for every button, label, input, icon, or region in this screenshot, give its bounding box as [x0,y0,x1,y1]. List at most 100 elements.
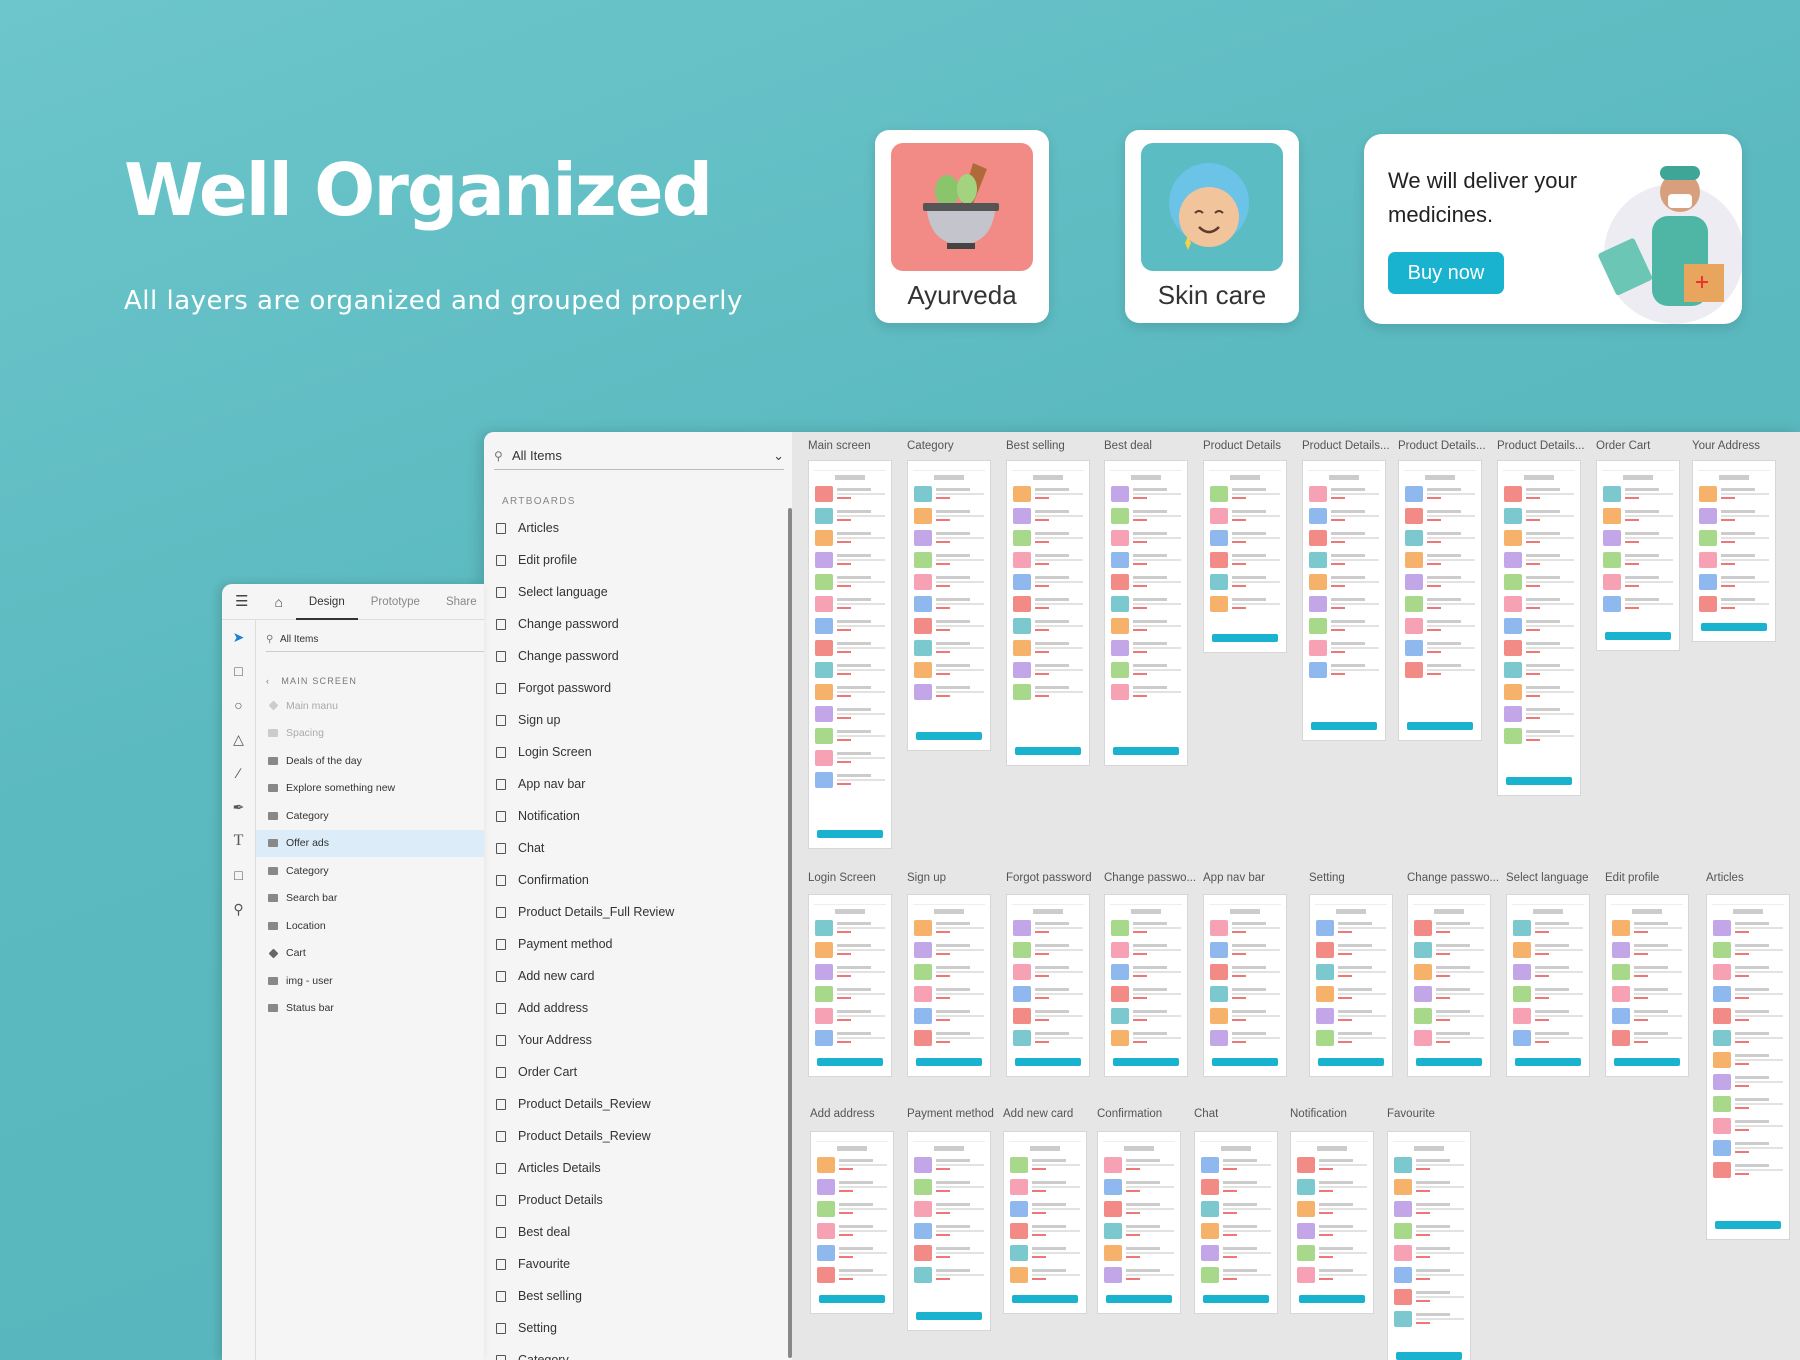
layer-item[interactable]: Explore something new [256,775,484,803]
artboard-item[interactable]: Chat [494,832,774,864]
artboard-item[interactable]: Payment method [494,928,774,960]
artboard-title[interactable]: Confirmation [1097,1108,1193,1120]
pen-tool-icon[interactable]: ✒ [222,790,255,824]
artboard-title[interactable]: Notification [1290,1108,1386,1120]
layers-search[interactable]: ⚲ All Items [266,628,484,652]
text-tool-icon[interactable]: T [222,824,255,858]
select-tool-icon[interactable]: ➤ [222,620,255,654]
layer-item[interactable]: Category [256,857,484,885]
artboard-title[interactable]: Favourite [1387,1108,1483,1120]
artboard-item[interactable]: Your Address [494,1024,774,1056]
artboard-thumbnail[interactable] [808,460,892,849]
artboard-item[interactable]: Add address [494,992,774,1024]
zoom-tool-icon[interactable]: ⚲ [222,892,255,926]
artboard-thumbnail[interactable] [1506,894,1590,1077]
artboard-item[interactable]: Best selling [494,1280,774,1312]
artboard-thumbnail[interactable] [1302,460,1386,741]
artboard-title[interactable]: Change passwo... [1104,872,1200,884]
artboard-thumbnail[interactable] [1203,460,1287,653]
artboard-item[interactable]: App nav bar [494,768,774,800]
layer-item[interactable]: Search bar [256,885,484,913]
artboard-thumbnail[interactable] [907,894,991,1077]
artboard-title[interactable]: Best selling [1006,440,1102,452]
back-chevron-icon[interactable]: ‹ [266,676,270,686]
artboard-title[interactable]: Chat [1194,1108,1290,1120]
scrollbar[interactable] [788,508,792,1358]
artboard-title[interactable]: Product Details... [1398,440,1494,452]
artboard-thumbnail[interactable] [1194,1131,1278,1314]
artboard-item[interactable]: Edit profile [494,544,774,576]
layer-item[interactable]: Cart [256,940,484,968]
tab-prototype[interactable]: Prototype [358,584,433,620]
polygon-tool-icon[interactable]: △ [222,722,255,756]
ellipse-tool-icon[interactable]: ○ [222,688,255,722]
artboard-title[interactable]: Product Details... [1497,440,1593,452]
artboard-item[interactable]: Articles Details [494,1152,774,1184]
artboard-title[interactable]: Product Details [1203,440,1299,452]
tab-share[interactable]: Share [433,584,484,620]
artboard-title[interactable]: Edit profile [1605,872,1701,884]
artboard-item[interactable]: Product Details_Review [494,1120,774,1152]
artboard-item[interactable]: Change password [494,608,774,640]
artboard-title[interactable]: App nav bar [1203,872,1299,884]
artboard-thumbnail[interactable] [1006,460,1090,766]
artboard-title[interactable]: Product Details... [1302,440,1398,452]
artboard-item[interactable]: Product Details_Full Review [494,896,774,928]
artboard-thumbnail[interactable] [1706,894,1790,1240]
artboard-title[interactable]: Articles [1706,872,1800,884]
artboard-item[interactable]: Favourite [494,1248,774,1280]
artboard-thumbnail[interactable] [1097,1131,1181,1314]
layer-item[interactable]: Deals of the day [256,747,484,775]
artboard-item[interactable]: Notification [494,800,774,832]
artboard-item[interactable]: Add new card [494,960,774,992]
artboard-thumbnail[interactable] [1203,894,1287,1077]
layer-item[interactable]: Main manu [256,692,484,720]
layer-item[interactable]: Location [256,912,484,940]
artboard-item[interactable]: Select language [494,576,774,608]
artboard-item[interactable]: Order Cart [494,1056,774,1088]
artboard-title[interactable]: Order Cart [1596,440,1692,452]
layer-item[interactable]: Spacing [256,720,484,748]
artboard-item[interactable]: Sign up [494,704,774,736]
artboard-item[interactable]: Articles [494,512,774,544]
artboard-thumbnail[interactable] [1497,460,1581,796]
artboard-item[interactable]: Confirmation [494,864,774,896]
rectangle-tool-icon[interactable]: □ [222,654,255,688]
artboard-item[interactable]: Product Details [494,1184,774,1216]
artboard-title[interactable]: Login Screen [808,872,904,884]
artboard-thumbnail[interactable] [1290,1131,1374,1314]
artboard-title[interactable]: Select language [1506,872,1602,884]
artboard-title[interactable]: Setting [1309,872,1405,884]
artboard-thumbnail[interactable] [1309,894,1393,1077]
artboard-thumbnail[interactable] [1387,1131,1471,1360]
artboard-item[interactable]: Forgot password [494,672,774,704]
section-header[interactable]: ‹ MAIN SCREEN [266,676,357,686]
artboard-item[interactable]: Change password [494,640,774,672]
hamburger-menu-icon[interactable]: ☰ [222,584,261,620]
home-icon[interactable]: ⌂ [261,584,295,620]
artboard-title[interactable]: Payment method [907,1108,1003,1120]
artboard-thumbnail[interactable] [1104,894,1188,1077]
artboard-title[interactable]: Sign up [907,872,1003,884]
artboard-thumbnail[interactable] [1398,460,1482,741]
artboard-title[interactable]: Best deal [1104,440,1200,452]
buy-now-button[interactable]: Buy now [1388,252,1504,294]
artboard-item[interactable]: Setting [494,1312,774,1344]
artboard-thumbnail[interactable] [1407,894,1491,1077]
artboard-item[interactable]: Login Screen [494,736,774,768]
artboard-thumbnail[interactable] [1605,894,1689,1077]
artboard-thumbnail[interactable] [907,1131,991,1331]
artboard-thumbnail[interactable] [808,894,892,1077]
artboard-title[interactable]: Your Address [1692,440,1788,452]
artboard-thumbnail[interactable] [907,460,991,751]
artboard-item[interactable]: Product Details_Review [494,1088,774,1120]
tab-design[interactable]: Design [295,584,358,620]
all-items-dropdown[interactable]: ⚲ All Items ⌄ [494,442,784,470]
artboard-item[interactable]: Category [494,1344,774,1360]
artboard-thumbnail[interactable] [1006,894,1090,1077]
artboard-thumbnail[interactable] [1104,460,1188,766]
artboard-item[interactable]: Best deal [494,1216,774,1248]
artboard-thumbnail[interactable] [810,1131,894,1314]
artboard-title[interactable]: Forgot password [1006,872,1102,884]
artboard-thumbnail[interactable] [1596,460,1680,651]
